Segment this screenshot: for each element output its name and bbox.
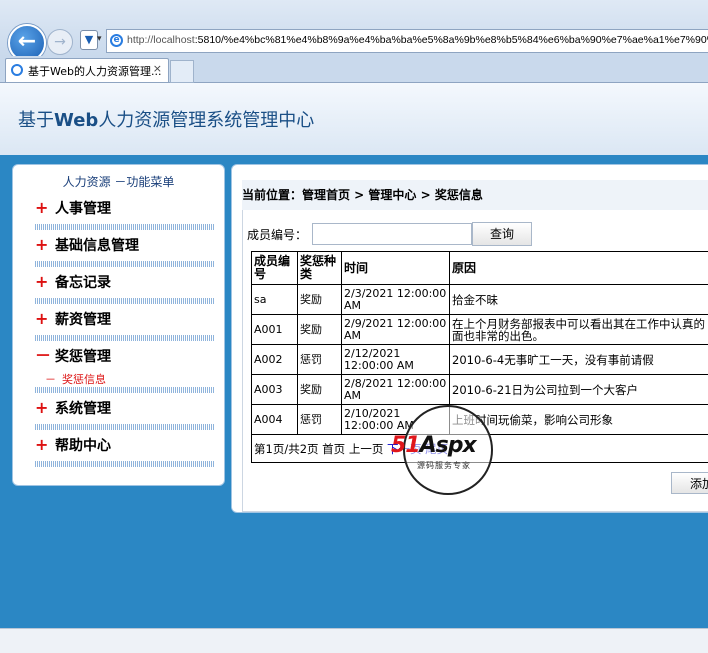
divider — [35, 387, 215, 393]
column-header: 时间 — [342, 252, 450, 285]
table-row: A002 惩罚 2/12/2021 12:00:00 AM 2010-6-4无事… — [252, 345, 708, 375]
sidebar-item-rewards[interactable]: －奖惩管理 －奖惩信息 — [35, 345, 215, 397]
new-tab-button[interactable] — [170, 60, 194, 83]
watermark-logo: 51Aspx 源码服务专家 — [403, 405, 493, 495]
page-title: 基于Web人力资源管理系统管理中心 — [18, 106, 314, 132]
plus-icon: + — [35, 308, 55, 330]
watermark-subtitle: 源码服务专家 — [417, 460, 471, 471]
sidebar-title: 人力资源 －功能菜单 — [13, 173, 224, 190]
close-icon[interactable]: × — [153, 62, 162, 75]
plus-icon: + — [35, 434, 55, 456]
time-cell: 2/3/2021 12:00:00 AM — [342, 285, 450, 315]
member-id-cell: A002 — [252, 345, 298, 375]
sidebar-item-label: 帮助中心 — [55, 438, 111, 454]
address-bar[interactable]: e http://localhost:5810/%e4%bc%81%e4%b8%… — [106, 29, 708, 53]
column-header: 奖惩种类 — [298, 252, 342, 285]
search-label: 成员编号： — [247, 226, 307, 243]
tab-title: 基于Web的人力资源管理... — [28, 63, 161, 79]
sidebar-item-label: 人事管理 — [55, 201, 111, 217]
divider — [35, 261, 215, 267]
sidebar-item-basic-info[interactable]: +基础信息管理 — [35, 234, 215, 271]
time-cell: 2/12/2021 12:00:00 AM — [342, 345, 450, 375]
table-header-row: 成员编号 奖惩种类 时间 原因 — [252, 252, 708, 285]
status-bar — [0, 628, 708, 653]
member-id-cell: A004 — [252, 405, 298, 435]
sidebar-subitem-reward-info[interactable]: － 奖惩信息 — [45, 371, 106, 387]
member-id-cell: A001 — [252, 315, 298, 345]
type-cell: 惩罚 — [298, 405, 342, 435]
reason-line-2: 面也非常的出色。 — [452, 330, 708, 342]
page-header: 基于Web人力资源管理系统管理中心 — [0, 83, 708, 156]
chevron-down-icon[interactable]: ▾ — [97, 30, 102, 48]
sidebar-item-memo[interactable]: +备忘记录 — [35, 271, 215, 308]
sidebar-menu: +人事管理 +基础信息管理 +备忘记录 +薪资管理 －奖惩管理 －奖惩信息 +系… — [35, 197, 215, 471]
time-cell: 2/9/2021 12:00:00 AM — [342, 315, 450, 345]
plus-icon: + — [35, 397, 55, 419]
title-web: Web — [54, 110, 98, 131]
pager-info: 第1页/共2页 首页 上一页 — [254, 442, 387, 456]
divider — [35, 424, 215, 430]
time-cell: 2/8/2021 12:00:00 AM — [342, 375, 450, 405]
sidebar-item-help[interactable]: +帮助中心 — [35, 434, 215, 471]
sidebar-item-label: 奖惩管理 — [55, 349, 111, 365]
type-cell: 奖励 — [298, 315, 342, 345]
reason-line-1: 在上个月财务部报表中可以看出其在工作中认真的 — [452, 318, 708, 330]
table-row: A001 奖励 2/9/2021 12:00:00 AM 在上个月财务部报表中可… — [252, 315, 708, 345]
sidebar-item-label: 备忘记录 — [55, 275, 111, 291]
search-button[interactable]: 查询 — [472, 222, 532, 246]
reason-cell: 2010-6-4无事旷工一天，没有事前请假 — [450, 345, 708, 375]
sidebar-item-label: 基础信息管理 — [55, 238, 139, 254]
browser-toolbar: ← → ▼ ▾ e http://localhost:5810/%e4%bc%8… — [0, 0, 708, 56]
title-prefix: 基于 — [18, 110, 54, 131]
sidebar-item-personnel[interactable]: +人事管理 — [35, 197, 215, 234]
plus-icon: + — [35, 234, 55, 256]
sidebar-item-label: 薪资管理 — [55, 312, 111, 328]
divider — [35, 224, 215, 230]
divider — [35, 335, 215, 341]
divider — [35, 298, 215, 304]
plus-icon: + — [35, 271, 55, 293]
url-text[interactable]: http://localhost:5810/%e4%bc%81%e4%b8%9a… — [127, 34, 708, 46]
tab-strip: 基于Web的人力资源管理... × — [0, 56, 708, 83]
reason-cell: 拾金不昧 — [450, 285, 708, 315]
forward-arrow-icon[interactable]: → — [47, 29, 73, 55]
divider — [35, 461, 215, 467]
type-cell: 奖励 — [298, 375, 342, 405]
column-header: 成员编号 — [252, 252, 298, 285]
member-id-input[interactable] — [312, 223, 472, 245]
type-cell: 奖励 — [298, 285, 342, 315]
add-button[interactable]: 添加 — [671, 472, 708, 494]
sidebar-item-system[interactable]: +系统管理 — [35, 397, 215, 434]
member-id-cell: sa — [252, 285, 298, 315]
compatibility-shield-icon[interactable]: ▼ — [80, 30, 98, 50]
reason-cell: 2010-6-21日为公司拉到一个大客户 — [450, 375, 708, 405]
sidebar: 人力资源 －功能菜单 +人事管理 +基础信息管理 +备忘记录 +薪资管理 －奖惩… — [12, 164, 225, 486]
minus-icon: － — [35, 345, 55, 367]
reason-cell: 在上个月财务部报表中可以看出其在工作中认真的面也非常的出色。 — [450, 315, 708, 345]
ie-tab-icon — [11, 64, 23, 76]
table-row: sa 奖励 2/3/2021 12:00:00 AM 拾金不昧 — [252, 285, 708, 315]
breadcrumb: 当前位置：管理首页 > 管理中心 > 奖惩信息 — [242, 186, 483, 203]
watermark-text: 51Aspx — [391, 433, 476, 458]
title-suffix: 人力资源管理系统管理中心 — [98, 110, 314, 131]
browser-tab[interactable]: 基于Web的人力资源管理... × — [5, 58, 169, 82]
type-cell: 惩罚 — [298, 345, 342, 375]
ie-page-icon: e — [110, 34, 123, 47]
url-host: http://localhost — [127, 34, 195, 46]
sidebar-item-label: 系统管理 — [55, 401, 111, 417]
sidebar-subitem-label: 奖惩信息 — [62, 373, 106, 386]
url-path: :5810/%e4%bc%81%e4%b8%9a%e4%ba%ba%e5%8a%… — [195, 34, 708, 46]
plus-icon: + — [35, 197, 55, 219]
sidebar-item-salary[interactable]: +薪资管理 — [35, 308, 215, 345]
table-row: A003 奖励 2/8/2021 12:00:00 AM 2010-6-21日为… — [252, 375, 708, 405]
minus-icon: － — [45, 373, 56, 386]
member-id-cell: A003 — [252, 375, 298, 405]
column-header: 原因 — [450, 252, 708, 285]
